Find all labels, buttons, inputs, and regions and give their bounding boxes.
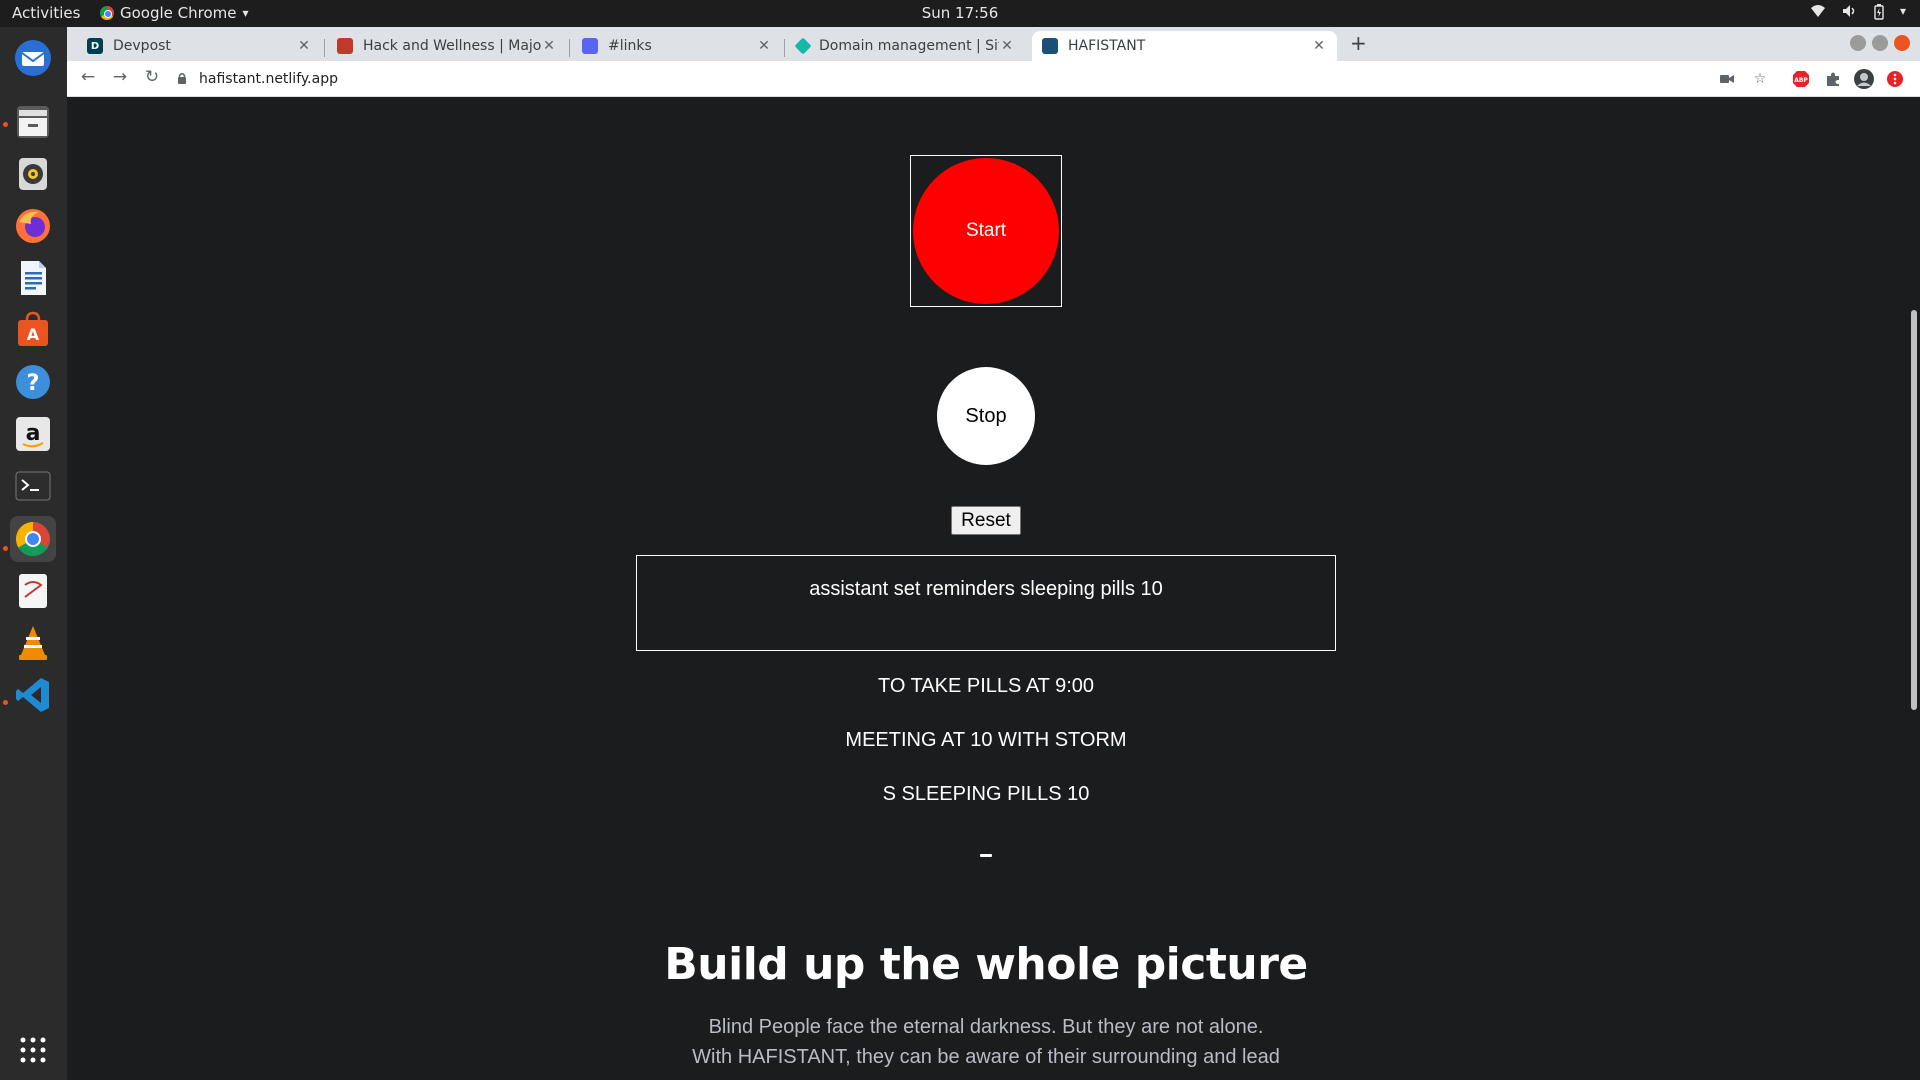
browser-menu-icon[interactable]: [1885, 69, 1905, 89]
system-tray[interactable]: ▾: [1810, 4, 1906, 24]
close-icon[interactable]: ✕: [296, 38, 312, 54]
tab-divider: [324, 39, 325, 57]
reminder-item: TO TAKE PILLS AT 9:00: [877, 675, 1095, 697]
svg-text:ABP: ABP: [1794, 77, 1808, 84]
running-indicator: [3, 122, 8, 127]
browser-toolbar: ← → ↻ hafistant.netlify.app ☆ ABP: [67, 61, 1920, 97]
section-body-line: With HAFISTANT, they can be aware of the…: [692, 1046, 1280, 1068]
reload-button[interactable]: ↻: [141, 67, 163, 87]
dock: A ? a: [0, 27, 67, 1080]
rocket-favicon-icon: [337, 38, 353, 54]
vscode-icon[interactable]: [10, 672, 56, 718]
system-top-bar: Activities Google Chrome ▾ Sun 17:56 ▾: [0, 0, 1920, 27]
software-icon[interactable]: A: [10, 307, 56, 353]
reset-button[interactable]: Reset: [951, 506, 1021, 535]
rhythmbox-icon[interactable]: [10, 151, 56, 197]
close-icon[interactable]: ✕: [756, 38, 772, 54]
start-button-frame: Start: [910, 155, 1062, 307]
help-icon[interactable]: ?: [10, 359, 56, 405]
section-body-line: Blind People face the eternal darkness. …: [708, 1016, 1264, 1038]
minimize-button[interactable]: [1850, 35, 1866, 51]
adblock-icon[interactable]: ABP: [1791, 69, 1811, 89]
tab-divider: [784, 39, 785, 57]
profile-avatar[interactable]: [1854, 69, 1874, 89]
scrollbar-thumb[interactable]: [1911, 310, 1917, 710]
lock-icon: [177, 72, 187, 87]
running-indicator: [3, 546, 8, 551]
close-icon[interactable]: ✕: [999, 38, 1015, 54]
reminder-item: MEETING AT 10 WITH STORM: [845, 729, 1127, 751]
netlify-favicon-icon: [794, 37, 812, 55]
running-indicator: [3, 700, 8, 705]
tab-domain-management[interactable]: Domain management | Sit ✕: [787, 31, 1025, 61]
transcript-text: assistant set reminders sleeping pills 1…: [809, 578, 1163, 600]
close-icon[interactable]: ✕: [1311, 38, 1327, 54]
text-editor-icon[interactable]: [10, 568, 56, 614]
tab-devpost[interactable]: D Devpost ✕: [77, 31, 322, 61]
bookmark-star-icon[interactable]: ☆: [1750, 69, 1770, 89]
svg-text:A: A: [27, 325, 40, 344]
clock[interactable]: Sun 17:56: [0, 4, 1920, 22]
discord-favicon-icon: [582, 38, 598, 54]
battery-icon: [1874, 4, 1884, 24]
chevron-down-icon: ▾: [242, 6, 249, 20]
devpost-favicon-icon: D: [87, 38, 103, 54]
page-scrollbar[interactable]: [1908, 97, 1920, 1080]
tab-title: #links: [608, 38, 652, 54]
activities-button[interactable]: Activities: [12, 4, 80, 22]
vlc-icon[interactable]: [10, 620, 56, 666]
forward-button[interactable]: →: [109, 67, 131, 87]
window-close-button[interactable]: [1894, 35, 1910, 51]
wifi-icon: [1810, 4, 1826, 24]
tab-title: Domain management | Sit: [819, 38, 999, 54]
transcript-box: assistant set reminders sleeping pills 1…: [636, 555, 1336, 651]
tab-title: HAFISTANT: [1068, 38, 1146, 54]
app-menu-label: Google Chrome: [120, 4, 237, 22]
thunderbird-icon[interactable]: [10, 35, 56, 81]
tab-title: Hack and Wellness | Majo: [363, 38, 541, 54]
tab-links[interactable]: #links ✕: [572, 31, 782, 61]
extensions-icon[interactable]: [1823, 69, 1843, 89]
firefox-icon[interactable]: [10, 203, 56, 249]
tab-hafistant[interactable]: HAFISTANT ✕: [1032, 31, 1337, 61]
tab-strip: D Devpost ✕ Hack and Wellness | Majo ✕ #…: [67, 27, 1920, 61]
page-content: Start Stop Reset assistant set reminders…: [67, 97, 1908, 1080]
chrome-icon[interactable]: [10, 516, 56, 562]
back-button[interactable]: ←: [77, 67, 99, 87]
section-heading: Build up the whole picture: [664, 939, 1308, 990]
maximize-button[interactable]: [1872, 35, 1888, 51]
writer-icon[interactable]: [10, 255, 56, 301]
chrome-icon: [100, 6, 114, 20]
hafistant-favicon-icon: [1042, 38, 1058, 54]
url-text: hafistant.netlify.app: [199, 71, 338, 87]
amazon-icon[interactable]: a: [10, 411, 56, 457]
tab-divider: [569, 39, 570, 57]
divider-dash: [980, 854, 992, 857]
svg-text:?: ?: [27, 371, 40, 396]
show-apps-icon[interactable]: [10, 1027, 56, 1073]
svg-text:a: a: [26, 421, 41, 446]
terminal-icon[interactable]: [10, 463, 56, 509]
tab-title: Devpost: [113, 38, 171, 54]
window-controls: [1850, 35, 1910, 51]
new-tab-button[interactable]: +: [1350, 31, 1367, 55]
files-icon[interactable]: [10, 99, 56, 145]
reminder-item: S SLEEPING PILLS 10: [882, 783, 1090, 805]
close-icon[interactable]: ✕: [541, 38, 557, 54]
start-button[interactable]: Start: [913, 158, 1059, 304]
camera-icon[interactable]: [1717, 69, 1737, 89]
system-menu-chevron-icon: ▾: [1899, 4, 1906, 18]
address-bar[interactable]: hafistant.netlify.app: [177, 64, 1777, 94]
stop-button[interactable]: Stop: [937, 367, 1035, 465]
volume-icon: [1842, 4, 1858, 24]
tab-hack-and-wellness[interactable]: Hack and Wellness | Majo ✕: [327, 31, 567, 61]
app-menu[interactable]: Google Chrome ▾: [100, 4, 249, 22]
